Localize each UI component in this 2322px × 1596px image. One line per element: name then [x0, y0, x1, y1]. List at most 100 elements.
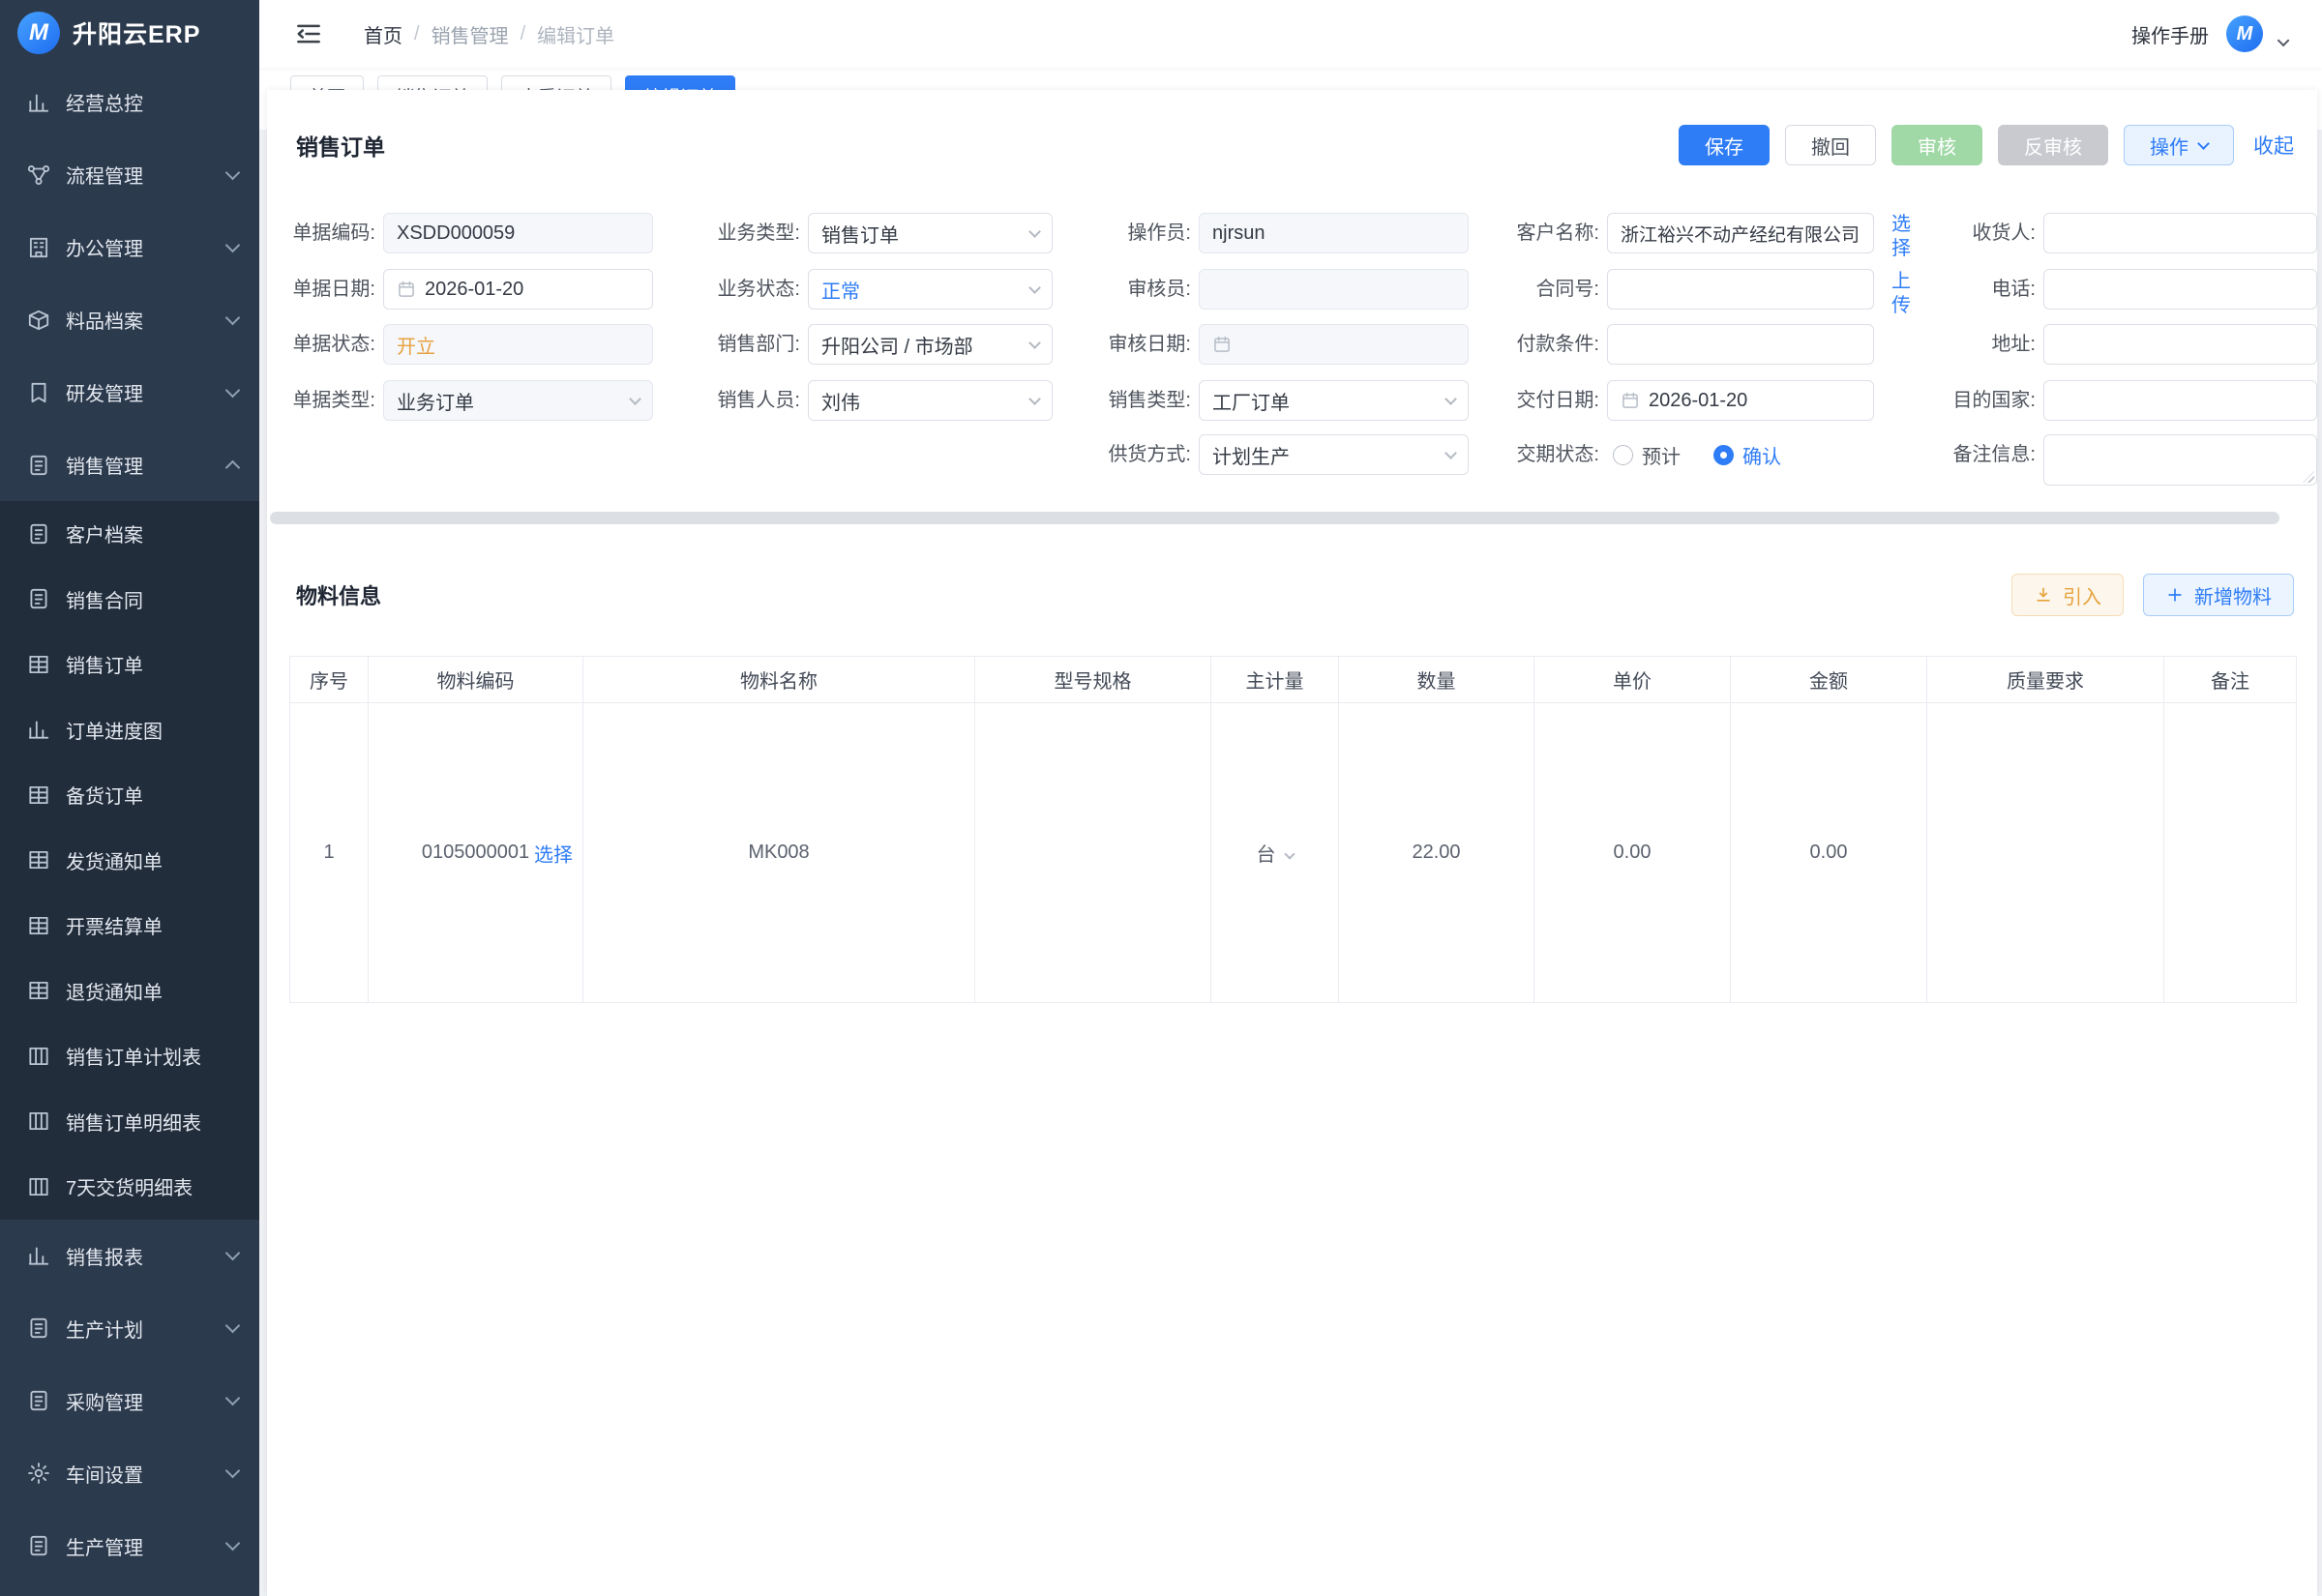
auditor-input[interactable]: [1199, 269, 1469, 310]
sidebar-item-outsourcing[interactable]: 委外管理: [0, 1582, 259, 1596]
field-delivery-status: 交期状态: 预计 确认: [1493, 434, 1781, 475]
sales-dept-select[interactable]: 升阳公司 / 市场部: [808, 324, 1053, 365]
chevron-down-icon: [225, 310, 241, 325]
customer-select-link[interactable]: 选择: [1889, 213, 1914, 261]
cell-quality[interactable]: [1927, 703, 2164, 1003]
remark-textarea[interactable]: [2043, 434, 2317, 486]
breadcrumb-home[interactable]: 首页: [364, 20, 402, 48]
sidebar-item-invoice-settle[interactable]: 开票结算单: [0, 893, 259, 959]
cell-remark[interactable]: [2164, 703, 2297, 1003]
chevron-down-icon: [1028, 225, 1041, 238]
field-label: 操作员:: [1085, 213, 1191, 253]
cell-unit[interactable]: 台: [1211, 703, 1339, 1003]
field-contract-no: 合同号:: [1493, 269, 1874, 310]
sidebar-item-customer-files[interactable]: 客户档案: [0, 501, 259, 567]
doc-icon: [26, 453, 51, 478]
materials-header: 物料信息 引入 新增物料: [296, 574, 2294, 616]
col-quality: 质量要求: [1927, 657, 2164, 703]
phone-input[interactable]: [2043, 269, 2317, 310]
chevron-down-icon: [1028, 393, 1041, 405]
doc-code-input[interactable]: XSDD000059: [383, 213, 653, 253]
sidebar-item-sales-order[interactable]: 销售订单: [0, 632, 259, 697]
sidebar-item-workshop-settings[interactable]: 车间设置: [0, 1437, 259, 1510]
field-biz-status: 业务状态:正常: [694, 269, 1053, 310]
sidebar-item-stock-order[interactable]: 备货订单: [0, 762, 259, 828]
sidebar-item-sales[interactable]: 销售管理: [0, 429, 259, 501]
unaudit-button[interactable]: 反审核: [1998, 125, 2108, 165]
customer-input[interactable]: 浙江裕兴不动产经纪有限公司: [1607, 213, 1874, 253]
contract-no-input[interactable]: [1607, 269, 1874, 310]
sidebar-item-7day-delivery[interactable]: 7天交货明细表: [0, 1154, 259, 1220]
recall-button[interactable]: 撤回: [1785, 125, 1876, 165]
doc-type-select[interactable]: 业务订单: [383, 380, 653, 421]
collapse-sidebar-icon[interactable]: [294, 19, 323, 48]
biz-status-select[interactable]: 正常: [808, 269, 1053, 310]
cell-spec[interactable]: [975, 703, 1211, 1003]
collapse-panel-link[interactable]: 收起: [2253, 131, 2294, 160]
biz-type-select[interactable]: 销售订单: [808, 213, 1053, 253]
cell-price[interactable]: 0.00: [1534, 703, 1731, 1003]
audit-button[interactable]: 审核: [1891, 125, 1982, 165]
calendar-icon: [397, 280, 416, 299]
sidebar-item-dashboard[interactable]: 经营总控: [0, 66, 259, 138]
radio-forecast[interactable]: 预计: [1613, 441, 1681, 469]
dest-country-input[interactable]: [2043, 380, 2317, 421]
sidebar-item-office[interactable]: 办公管理: [0, 211, 259, 283]
horizontal-scrollbar[interactable]: [270, 512, 2279, 524]
field-phone: 电话:: [1929, 269, 2317, 310]
sidebar-item-sales-report[interactable]: 销售报表: [0, 1220, 259, 1292]
breadcrumb-sales[interactable]: 销售管理: [432, 20, 509, 48]
radio-confirm[interactable]: 确认: [1713, 441, 1781, 469]
col-unit: 主计量: [1211, 657, 1339, 703]
brand-logo-icon: M: [17, 12, 60, 54]
supply-mode-select[interactable]: 计划生产: [1199, 434, 1469, 475]
consignee-input[interactable]: [2043, 213, 2317, 253]
field-dest-country: 目的国家:: [1929, 380, 2317, 421]
cell-qty[interactable]: 22.00: [1339, 703, 1534, 1003]
breadcrumb-separator: /: [521, 23, 526, 45]
gear-icon: [26, 1461, 51, 1486]
delivery-status-radio-group: 预计 确认: [1613, 434, 1781, 475]
operator-input[interactable]: njrsun: [1199, 213, 1469, 253]
manual-link[interactable]: 操作手册: [2131, 20, 2209, 48]
sidebar-item-process[interactable]: 流程管理: [0, 138, 259, 211]
sidebar-item-materials[interactable]: 料品档案: [0, 283, 259, 356]
add-material-button[interactable]: 新增物料: [2143, 574, 2294, 616]
user-menu-chevron-icon[interactable]: [2277, 34, 2290, 46]
sidebar-item-rnd[interactable]: 研发管理: [0, 356, 259, 429]
chevron-down-icon: [2197, 137, 2210, 150]
import-button[interactable]: 引入: [2011, 574, 2124, 616]
sidebar-item-sales-contract[interactable]: 销售合同: [0, 567, 259, 633]
customer-upload-link[interactable]: 上传: [1889, 270, 1914, 318]
doc-status-input[interactable]: 开立: [383, 324, 653, 365]
sidebar-item-return-notice[interactable]: 退货通知单: [0, 959, 259, 1024]
payment-terms-input[interactable]: [1607, 324, 1874, 365]
sidebar-item-production-plan[interactable]: 生产计划: [0, 1292, 259, 1365]
sidebar-item-purchase[interactable]: 采购管理: [0, 1365, 259, 1437]
field-audit-date: 审核日期:: [1085, 324, 1469, 365]
main-area: 首页 销售订单 查看订单 编辑订单 首页 / 销售管理 / 编辑订单 操作手册 …: [259, 0, 2322, 1596]
field-biz-type: 业务类型:销售订单: [694, 213, 1053, 253]
sidebar-item-sales-order-plan[interactable]: 销售订单计划表: [0, 1023, 259, 1089]
material-select-link[interactable]: 选择: [534, 839, 573, 867]
sales-type-select[interactable]: 工厂订单: [1199, 380, 1469, 421]
grid-icon: [26, 652, 51, 677]
resize-grip-icon[interactable]: [2303, 471, 2314, 483]
sidebar-item-production[interactable]: 生产管理: [0, 1510, 259, 1582]
breadcrumb-separator: /: [414, 23, 420, 45]
doc-date-picker[interactable]: 2026-01-20: [383, 269, 653, 310]
field-doc-date: 单据日期:2026-01-20: [269, 269, 653, 310]
sidebar-item-delivery-notice[interactable]: 发货通知单: [0, 828, 259, 894]
user-avatar[interactable]: M: [2226, 15, 2263, 52]
audit-date-picker[interactable]: [1199, 324, 1469, 365]
chevron-down-icon: [1284, 848, 1295, 859]
address-input[interactable]: [2043, 324, 2317, 365]
delivery-date-picker[interactable]: 2026-01-20: [1607, 380, 1874, 421]
salesperson-select[interactable]: 刘伟: [808, 380, 1053, 421]
doc-icon: [26, 1388, 51, 1413]
more-actions-button[interactable]: 操作: [2124, 125, 2234, 165]
chevron-down-icon: [225, 1318, 241, 1334]
sidebar-item-order-progress[interactable]: 订单进度图: [0, 697, 259, 763]
save-button[interactable]: 保存: [1679, 125, 1770, 165]
sidebar-item-sales-order-detail[interactable]: 销售订单明细表: [0, 1089, 259, 1155]
